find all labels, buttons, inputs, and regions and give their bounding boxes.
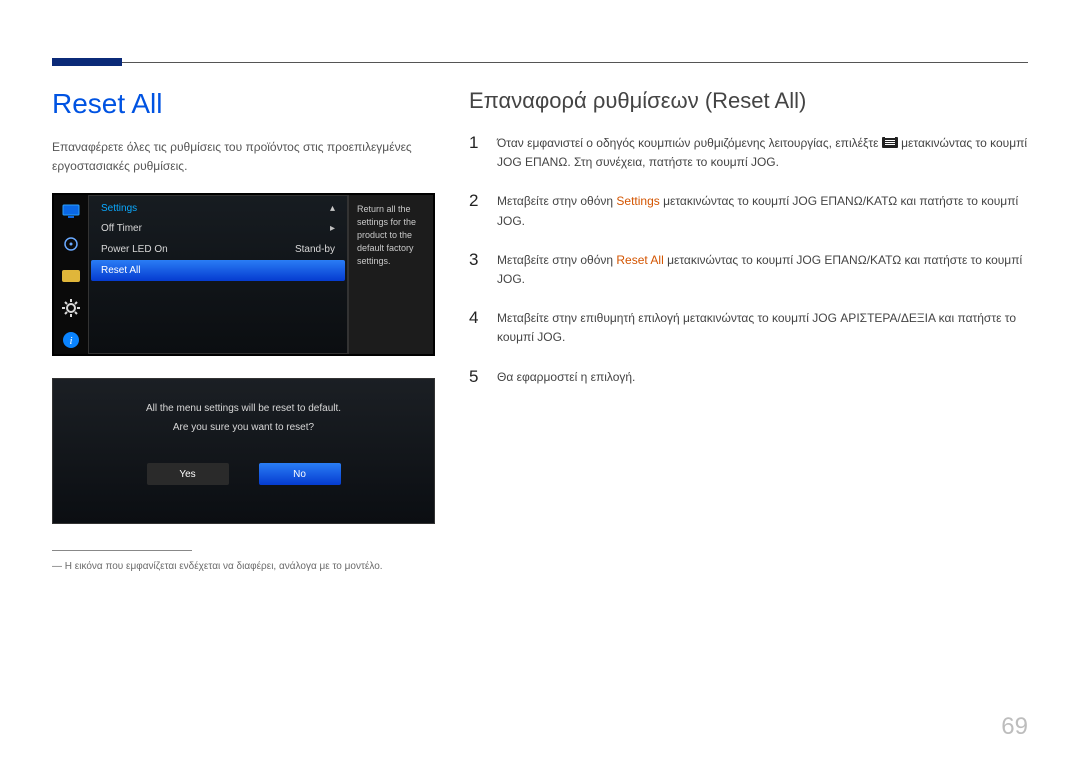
no-button[interactable]: No — [259, 463, 341, 485]
osd-row-power-led[interactable]: Power LED On Stand-by — [89, 239, 347, 260]
target-icon — [60, 233, 82, 255]
step-text-a: Μεταβείτε στην οθόνη — [497, 253, 616, 267]
step-2: 2 Μεταβείτε στην οθόνη Settings μετακινώ… — [469, 192, 1028, 230]
step-3: 3 Μεταβείτε στην οθόνη Reset All μετακιν… — [469, 251, 1028, 289]
step-body: Θα εφαρμοστεί η επιλογή. — [497, 368, 1028, 387]
osd-row-reset-all[interactable]: Reset All — [91, 260, 345, 281]
left-column: Reset All Επαναφέρετε όλες τις ρυθμίσεις… — [52, 88, 435, 572]
osd-row-label: Reset All — [101, 265, 140, 276]
osd-confirm-dialog: All the menu settings will be reset to d… — [52, 378, 435, 524]
step-4: 4 Μεταβείτε στην επιθυμητή επιλογή μετακ… — [469, 309, 1028, 347]
step-text-a: Μεταβείτε στην οθόνη — [497, 194, 616, 208]
confirm-line-1: All the menu settings will be reset to d… — [146, 399, 341, 418]
gear-icon — [60, 297, 82, 319]
footnote-rule — [52, 550, 192, 551]
highlight-settings: Settings — [616, 194, 659, 208]
step-number: 3 — [469, 251, 483, 289]
step-5: 5 Θα εφαρμοστεί η επιλογή. — [469, 368, 1028, 387]
section-title: Επαναφορά ρυθμίσεων (Reset All) — [469, 88, 1028, 114]
menu-icon — [882, 137, 898, 148]
page-title: Reset All — [52, 88, 435, 120]
step-text-a: Όταν εμφανιστεί ο οδηγός κουμπιών ρυθμιζ… — [497, 136, 882, 150]
right-column: Επαναφορά ρυθμίσεων (Reset All) 1 Όταν ε… — [469, 88, 1028, 572]
osd-row-off-timer[interactable]: Off Timer ▸ — [89, 218, 347, 239]
step-1: 1 Όταν εμφανιστεί ο οδηγός κουμπιών ρυθμ… — [469, 134, 1028, 172]
osd-sidebar: i — [54, 195, 88, 354]
highlight-reset-all: Reset All — [616, 253, 663, 267]
osd-confirm-buttons: Yes No — [147, 463, 341, 485]
osd-row-label: Off Timer — [101, 223, 142, 234]
step-number: 2 — [469, 192, 483, 230]
monitor-icon — [60, 201, 82, 223]
page-number: 69 — [1001, 713, 1028, 741]
confirm-line-2: Are you sure you want to reset? — [146, 418, 341, 437]
up-arrow-icon: ▴ — [330, 203, 335, 214]
osd-main-list: Settings ▴ Off Timer ▸ Power LED On Stan… — [88, 195, 348, 354]
osd-list-header: Settings ▴ — [89, 196, 347, 218]
footnote-text: Η εικόνα που εμφανίζεται ενδέχεται να δι… — [52, 561, 435, 572]
step-number: 4 — [469, 309, 483, 347]
step-number: 1 — [469, 134, 483, 172]
intro-text: Επαναφέρετε όλες τις ρυθμίσεις του προϊό… — [52, 138, 435, 175]
info-icon: i — [60, 329, 82, 351]
osd-row-value: Stand-by — [295, 244, 335, 255]
svg-text:i: i — [69, 335, 72, 347]
osd-description-panel: Return all the settings for the product … — [348, 195, 433, 354]
osd-settings-panel: i Settings ▴ Off Timer ▸ Power LED On St… — [52, 193, 435, 356]
card-icon — [60, 265, 82, 287]
yes-button[interactable]: Yes — [147, 463, 229, 485]
header-accent-bar — [52, 58, 122, 66]
osd-row-label: Power LED On — [101, 244, 168, 255]
chevron-right-icon: ▸ — [330, 223, 335, 234]
step-body: Μεταβείτε στην επιθυμητή επιλογή μετακιν… — [497, 309, 1028, 347]
step-body: Όταν εμφανιστεί ο οδηγός κουμπιών ρυθμιζ… — [497, 134, 1028, 172]
osd-header-label: Settings — [101, 203, 137, 214]
step-body: Μεταβείτε στην οθόνη Reset All μετακινών… — [497, 251, 1028, 289]
step-number: 5 — [469, 368, 483, 387]
osd-confirm-message: All the menu settings will be reset to d… — [146, 399, 341, 437]
step-body: Μεταβείτε στην οθόνη Settings μετακινώντ… — [497, 192, 1028, 230]
page-content: Reset All Επαναφέρετε όλες τις ρυθμίσεις… — [52, 48, 1028, 572]
